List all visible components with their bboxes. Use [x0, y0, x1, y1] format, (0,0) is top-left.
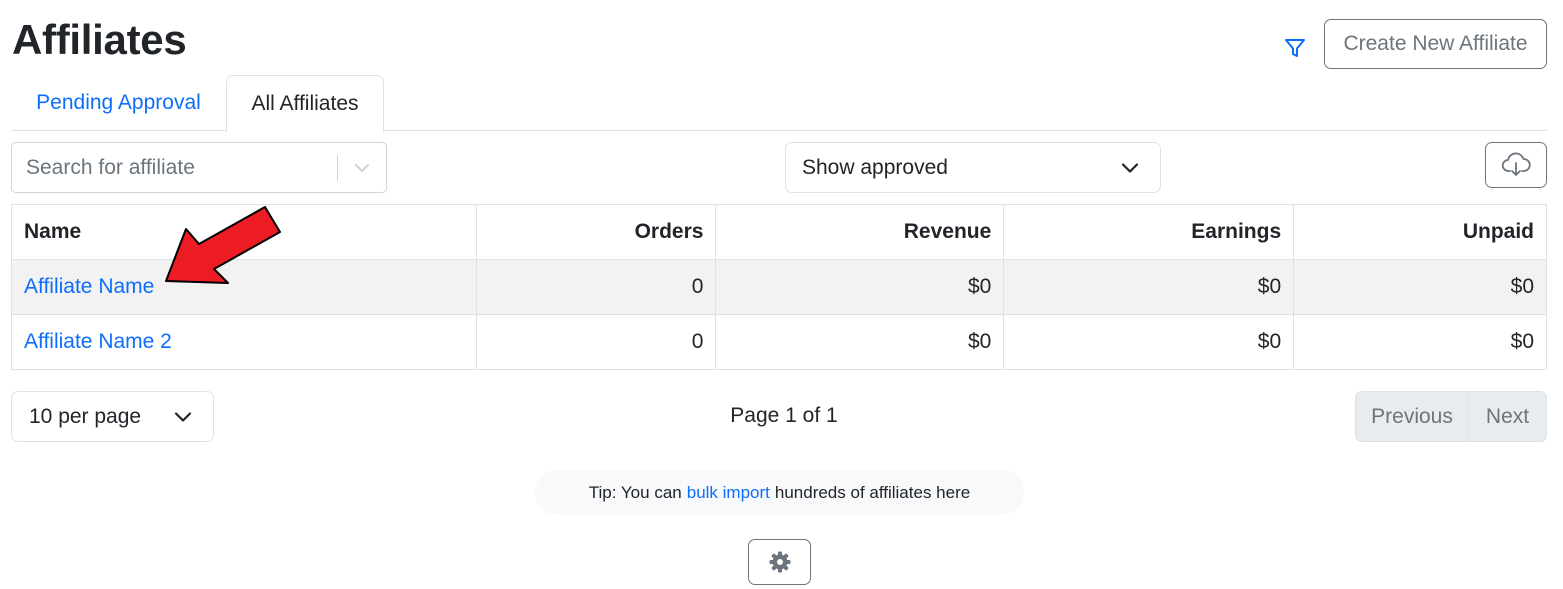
- previous-page-button[interactable]: Previous: [1356, 392, 1469, 441]
- cell-earnings: $0: [1003, 259, 1295, 315]
- column-header-unpaid[interactable]: Unpaid: [1293, 204, 1547, 260]
- column-header-orders[interactable]: Orders: [475, 204, 717, 260]
- per-page-select[interactable]: 10 per page: [11, 391, 214, 442]
- cell-orders: 0: [475, 259, 717, 315]
- page-title: Affiliates: [12, 16, 187, 63]
- tab-bar: Pending Approval All Affiliates: [11, 75, 1547, 132]
- column-header-revenue[interactable]: Revenue: [715, 204, 1005, 260]
- page-info: Page 1 of 1: [730, 404, 838, 427]
- tab-all-affiliates[interactable]: All Affiliates: [226, 75, 384, 132]
- column-header-name[interactable]: Name: [11, 204, 477, 260]
- cell-unpaid: $0: [1293, 314, 1547, 370]
- next-page-button[interactable]: Next: [1469, 392, 1546, 441]
- affiliates-table: Name Orders Revenue Earnings Unpaid Affi…: [11, 204, 1547, 370]
- affiliate-search[interactable]: [11, 142, 387, 193]
- chevron-down-icon: [1121, 163, 1139, 173]
- download-button[interactable]: [1485, 142, 1547, 188]
- cell-revenue: $0: [715, 259, 1005, 315]
- tip-prefix: Tip: You can: [588, 482, 682, 502]
- cloud-download-icon: [1501, 152, 1531, 176]
- status-filter-value: Show approved: [802, 155, 948, 179]
- table-header-row: Name Orders Revenue Earnings Unpaid: [11, 204, 1547, 260]
- cell-orders: 0: [475, 314, 717, 370]
- settings-button[interactable]: [748, 539, 811, 585]
- search-dropdown-toggle[interactable]: [349, 155, 375, 181]
- tip-banner: Tip: You can bulk import hundreds of aff…: [535, 470, 1024, 515]
- affiliate-name-link[interactable]: Affiliate Name: [24, 275, 154, 298]
- chevron-down-icon: [355, 164, 369, 172]
- cell-earnings: $0: [1003, 314, 1295, 370]
- gear-icon: [769, 551, 790, 573]
- tip-suffix: hundreds of affiliates here: [774, 482, 971, 502]
- pagination-buttons: Previous Next: [1355, 391, 1547, 442]
- search-input[interactable]: [26, 143, 336, 192]
- create-affiliate-button[interactable]: Create New Affiliate: [1324, 19, 1547, 69]
- status-filter-select[interactable]: Show approved: [785, 142, 1161, 193]
- tab-pending-approval[interactable]: Pending Approval: [11, 75, 226, 131]
- column-header-earnings[interactable]: Earnings: [1003, 204, 1295, 260]
- cell-unpaid: $0: [1293, 259, 1547, 315]
- chevron-down-icon: [174, 412, 192, 422]
- filter-icon: [1285, 39, 1305, 57]
- filter-button[interactable]: [1281, 34, 1309, 62]
- table-row: Affiliate Name 2 0 $0 $0 $0: [11, 314, 1547, 370]
- search-divider: [337, 155, 338, 181]
- table-row: Affiliate Name 0 $0 $0 $0: [11, 259, 1547, 315]
- cell-name: Affiliate Name 2: [11, 314, 477, 370]
- per-page-value: 10 per page: [29, 404, 142, 428]
- affiliate-name-link[interactable]: Affiliate Name 2: [24, 330, 172, 353]
- cell-name: Affiliate Name: [11, 259, 477, 315]
- cell-revenue: $0: [715, 314, 1005, 370]
- bulk-import-link[interactable]: bulk import: [687, 483, 770, 503]
